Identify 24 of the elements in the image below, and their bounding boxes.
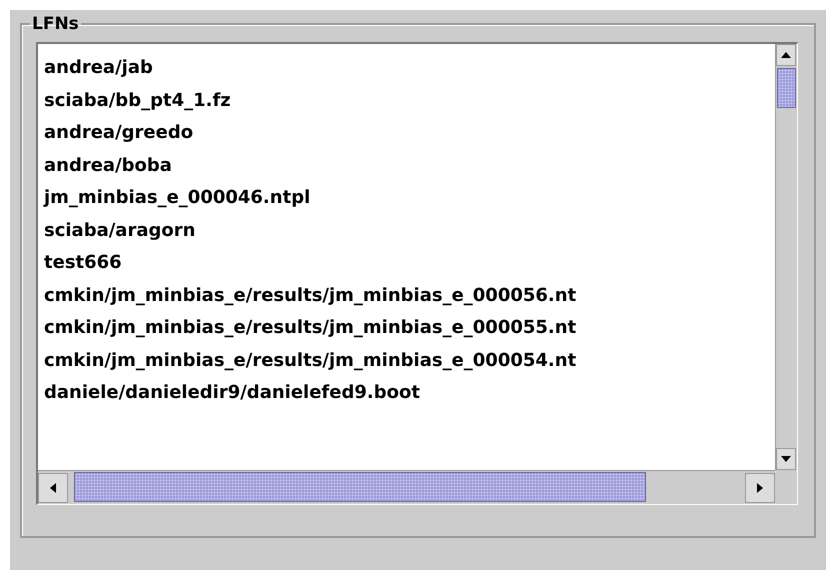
scroll-up-button[interactable] <box>776 44 796 66</box>
horizontal-scrollbar[interactable] <box>38 470 775 504</box>
list-item[interactable]: andrea/greedo <box>44 117 194 150</box>
vertical-scrollbar[interactable] <box>775 44 797 470</box>
group-title: LFNs <box>31 14 80 34</box>
list-item[interactable]: jm_minbias_e_000046.ntpl <box>44 182 310 214</box>
scroll-thumb[interactable] <box>74 472 646 502</box>
list-item[interactable]: andrea/jab <box>44 52 153 84</box>
list-item[interactable]: sciaba/aragorn <box>44 214 196 247</box>
right-arrow-icon <box>755 483 765 493</box>
list-item[interactable]: cmkin/jm_minbias_e/results/jm_minbias_e_000055.nt <box>44 312 576 344</box>
list-item[interactable]: sciaba/bb_pt4_1.fz <box>44 84 231 117</box>
list-item[interactable]: test666 <box>44 247 122 280</box>
list-item[interactable]: daniele/danieledir9/danielefed9.boot <box>44 377 420 410</box>
up-arrow-icon <box>781 50 791 60</box>
scroll-thumb[interactable] <box>777 68 796 108</box>
list-item[interactable]: andrea/boba <box>44 150 172 182</box>
scroll-left-button[interactable] <box>38 473 68 503</box>
scroll-down-button[interactable] <box>776 448 796 470</box>
down-arrow-icon <box>781 454 791 464</box>
list-item[interactable]: cmkin/jm_minbias_e/results/jm_minbias_e_000056.nt <box>44 280 576 312</box>
list-item[interactable]: cmkin/jm_minbias_e/results/jm_minbias_e_000054.nt <box>44 344 576 377</box>
scroll-right-button[interactable] <box>745 473 775 503</box>
left-arrow-icon <box>48 483 58 493</box>
